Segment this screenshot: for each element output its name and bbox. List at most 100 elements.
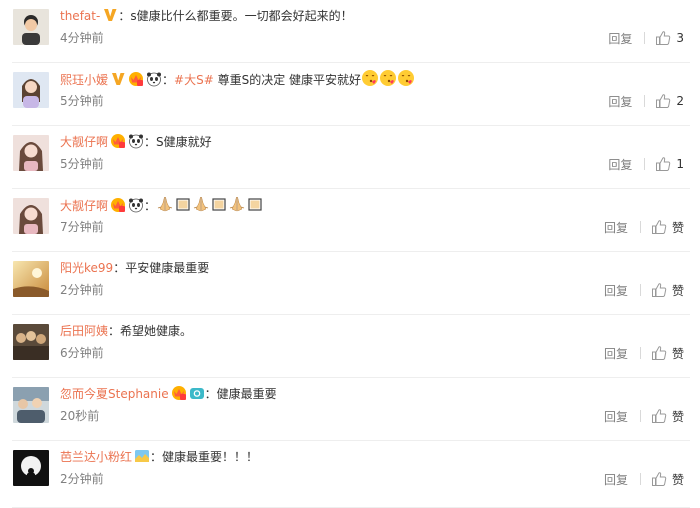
comment-actions: 回复 1 [608, 154, 684, 174]
vip-icon[interactable] [128, 71, 144, 87]
like-count: 3 [676, 31, 684, 45]
thumbs-up-icon [651, 471, 667, 487]
avatar-woman-icon[interactable] [13, 135, 49, 171]
reply-button[interactable]: 回复 [608, 156, 632, 173]
username-link[interactable]: 大靓仔啊 [60, 199, 108, 213]
divider [639, 410, 641, 422]
like-count: 1 [676, 157, 684, 171]
like-button[interactable]: 赞 [651, 408, 684, 425]
divider [639, 473, 641, 485]
panda-icon[interactable] [128, 197, 144, 213]
comment-item: 忽而今夏Stephanie ：健康最重要 20秒前 回复 赞 [0, 378, 700, 441]
avatar-group-icon[interactable] [13, 387, 49, 423]
avatar-sunset-icon[interactable] [13, 261, 49, 297]
reply-button[interactable]: 回复 [604, 345, 628, 362]
like-label: 赞 [671, 409, 684, 424]
avatar-boy-icon[interactable] [13, 9, 49, 45]
vip-icon[interactable] [171, 385, 187, 401]
username-link[interactable]: 阳光ke99 [60, 261, 113, 275]
divider [639, 284, 641, 296]
comment-actions: 回复 赞 [604, 469, 684, 489]
vip-icon[interactable] [110, 133, 126, 149]
username-link[interactable]: 后田阿姨 [60, 324, 108, 338]
username-link[interactable]: 熙珏小嫒 [60, 73, 108, 87]
divider [644, 95, 646, 107]
comment-time: 2分钟前 [60, 283, 104, 297]
comment-actions: 回复 2 [608, 91, 684, 111]
pray-emoji-icon [156, 195, 174, 213]
reply-button[interactable]: 回复 [604, 408, 628, 425]
reply-button[interactable]: 回复 [608, 93, 632, 110]
colon-separator: ： [204, 387, 217, 401]
comment-actions: 回复 3 [608, 28, 684, 48]
colon-separator: ： [113, 261, 126, 275]
comment-item: 后田阿姨：希望她健康。 6分钟前 回复 赞 [0, 315, 700, 378]
reply-button[interactable]: 回复 [604, 282, 628, 299]
like-label: 赞 [671, 220, 684, 235]
colon-separator: ： [162, 73, 175, 87]
avatar-woman-icon[interactable] [13, 198, 49, 234]
verified-v-icon[interactable] [110, 71, 126, 87]
comment-line: 大靓仔啊 ：S健康就好 [60, 132, 686, 152]
comment-text: 平安健康最重要 [125, 261, 210, 275]
camera-icon[interactable] [189, 385, 205, 401]
comment-time: 5分钟前 [60, 94, 104, 108]
panda-icon[interactable] [128, 133, 144, 149]
comment-text: S健康就好 [156, 135, 212, 149]
username-link[interactable]: 大靓仔啊 [60, 135, 108, 149]
comment-time: 20秒前 [60, 409, 100, 423]
comment-time: 7分钟前 [60, 220, 104, 234]
colon-separator: ： [144, 199, 157, 213]
comment-time: 5分钟前 [60, 157, 104, 171]
verified-v-icon[interactable] [102, 7, 118, 23]
comment-item: 大靓仔啊 ：S健康就好 5分钟前 回复 1 [0, 126, 700, 189]
landscape-badge-icon[interactable] [134, 448, 150, 464]
comment-item: thefat- ：s健康比什么都重要。一切都会好起来的！ 4分钟前 回复 3 [0, 0, 700, 63]
colon-separator: ： [144, 135, 157, 149]
vip-icon[interactable] [110, 197, 126, 213]
divider [639, 347, 641, 359]
like-button[interactable]: 赞 [651, 471, 684, 488]
like-button[interactable]: 2 [655, 93, 684, 109]
thumbs-up-icon [651, 282, 667, 298]
pray-emoji-icon [228, 195, 246, 213]
thumbs-up-icon [655, 93, 671, 109]
pray-emoji-icon [192, 195, 210, 213]
like-button[interactable]: 赞 [651, 219, 684, 236]
topic-link[interactable]: #大S# [174, 73, 214, 87]
username-link[interactable]: 芭兰达小粉红 [60, 450, 132, 464]
comment-list: thefat- ：s健康比什么都重要。一切都会好起来的！ 4分钟前 回复 3 熙珏… [0, 0, 700, 508]
comment-actions: 回复 赞 [604, 280, 684, 300]
reply-button[interactable]: 回复 [608, 30, 632, 47]
avatar-moon-icon[interactable] [13, 450, 49, 486]
reply-button[interactable]: 回复 [604, 219, 628, 236]
username-link[interactable]: 忽而今夏Stephanie [60, 387, 169, 401]
comment-line: 大靓仔啊 ： [60, 195, 686, 215]
comment-item: 阳光ke99：平安健康最重要 2分钟前 回复 赞 [0, 252, 700, 315]
comment-actions: 回复 赞 [604, 217, 684, 237]
comment-text: 希望她健康。 [120, 324, 193, 338]
reply-button[interactable]: 回复 [604, 471, 628, 488]
comment-text: 健康最重要！！！ [162, 450, 259, 464]
like-label: 赞 [671, 283, 684, 298]
comment-line: thefat- ：s健康比什么都重要。一切都会好起来的！ [60, 6, 686, 26]
divider [644, 32, 646, 44]
like-button[interactable]: 赞 [651, 345, 684, 362]
comment-text: s健康比什么都重要。一切都会好起来的！ [130, 9, 353, 23]
comment-line: 芭兰达小粉红 ：健康最重要！！！ [60, 447, 686, 467]
comment-text: 尊重S的决定 健康平安就好 [217, 73, 362, 87]
username-link[interactable]: thefat- [60, 9, 100, 23]
kiss-emoji-icon [361, 69, 379, 87]
comment-line: 忽而今夏Stephanie ：健康最重要 [60, 384, 686, 404]
colon-separator: ： [150, 450, 163, 464]
colon-separator: ： [108, 324, 121, 338]
comment-actions: 回复 赞 [604, 343, 684, 363]
avatar-crowd-icon[interactable] [13, 324, 49, 360]
like-button[interactable]: 1 [655, 156, 684, 172]
like-button[interactable]: 赞 [651, 282, 684, 299]
like-button[interactable]: 3 [655, 30, 684, 46]
panda-icon[interactable] [146, 71, 162, 87]
avatar-girl-icon[interactable] [13, 72, 49, 108]
thumbs-up-icon [655, 30, 671, 46]
comment-time: 6分钟前 [60, 346, 104, 360]
